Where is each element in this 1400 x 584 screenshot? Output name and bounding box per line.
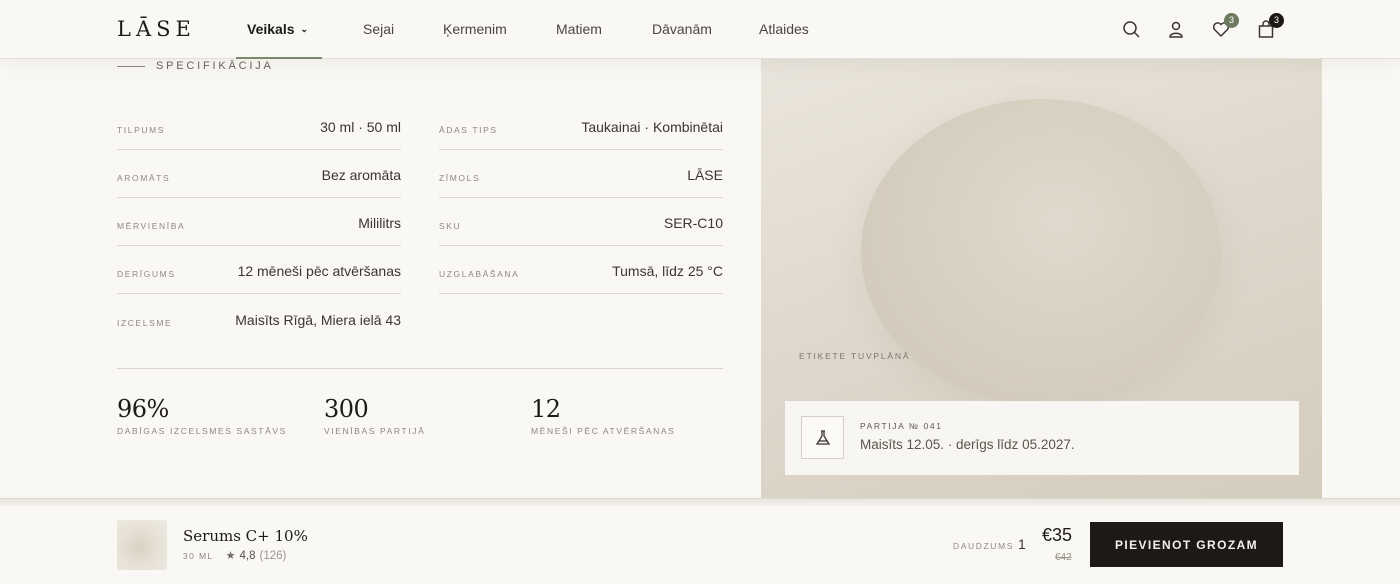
sticky-cart-bar: Serums C+ 10% 30 ML ★ 4,8 (126) DAUDZUMS… bbox=[0, 506, 1400, 584]
spec-row: TILPUMS 30 ml · 50 ml bbox=[117, 102, 401, 150]
spec-key: UZGLABĀŠANA bbox=[439, 269, 520, 279]
spec-value: Bez aromāta bbox=[321, 167, 401, 183]
nav-item-veikals[interactable]: Veikals ⌄ bbox=[247, 21, 308, 37]
search-icon[interactable] bbox=[1121, 19, 1141, 39]
stat-batch-units: 300 VIENĪBAS PARTIJĀ bbox=[324, 395, 425, 436]
nav-item-kermenim[interactable]: Ķermenim bbox=[443, 21, 507, 37]
spec-row: DERĪGUMS 12 mēneši pēc atvēršanas bbox=[117, 246, 401, 294]
spec-value: SER-C10 bbox=[663, 215, 723, 231]
nav-item-davanam[interactable]: Dāvanām bbox=[652, 21, 712, 37]
section-title: SPECIFIKĀCIJA bbox=[156, 60, 274, 72]
spec-row: SKU SER-C10 bbox=[439, 198, 723, 246]
stat-value: 96% bbox=[117, 395, 169, 423]
spec-key: TILPUMS bbox=[117, 125, 166, 135]
spec-key: SKU bbox=[439, 221, 462, 231]
spec-row: IZCELSME Maisīts Rīgā, Miera ielā 43 bbox=[117, 295, 401, 343]
spec-key: IZCELSME bbox=[117, 318, 173, 328]
spec-value: LĀSE bbox=[687, 167, 723, 183]
spec-value: Mililitrs bbox=[358, 215, 401, 231]
batch-title: PARTIJA № 041 bbox=[860, 421, 943, 431]
stat-value: 12 bbox=[531, 395, 561, 423]
stat-label: VIENĪBAS PARTIJĀ bbox=[324, 426, 426, 436]
spec-row: AROMĀTS Bez aromāta bbox=[117, 150, 401, 198]
label-closeup-image: ETIĶETE TUVPLĀNĀ PARTIJA № 041 Maisīts 1… bbox=[761, 59, 1322, 499]
spec-key: ĀDAS TIPS bbox=[439, 125, 498, 135]
spec-value: Tumsā, līdz 25 °C bbox=[612, 263, 723, 279]
product-rating: 4,8 bbox=[239, 549, 256, 562]
chevron-down-icon: ⌄ bbox=[300, 24, 309, 34]
site-header: LĀSE Veikals ⌄ Sejai Ķermenim Matiem Dāva… bbox=[0, 0, 1400, 59]
nav-item-sejai[interactable]: Sejai bbox=[363, 21, 394, 37]
product-size: 30 ML bbox=[183, 550, 214, 561]
image-caption: ETIĶETE TUVPLĀNĀ bbox=[799, 351, 911, 361]
spec-row: ĀDAS TIPS Taukainai · Kombinētai bbox=[439, 102, 723, 150]
user-icon[interactable] bbox=[1166, 19, 1186, 39]
stat-natural-origin: 96% DABĪGAS IZCELSMES SASTĀVS bbox=[117, 395, 287, 436]
cart-count-badge: 3 bbox=[1269, 13, 1284, 28]
batch-text: Maisīts 12.05. · derīgs līdz 05.2027. bbox=[860, 437, 1075, 452]
product-name: Serums C+ 10% bbox=[183, 527, 308, 545]
add-to-cart-button[interactable]: PIEVIENOT GROZAM bbox=[1090, 522, 1283, 567]
heading-rule bbox=[117, 65, 145, 67]
sticky-bar-edge bbox=[0, 498, 1400, 506]
product-sphere-image bbox=[861, 99, 1221, 404]
heart-icon[interactable]: 3 bbox=[1211, 13, 1239, 39]
current-price: €35 bbox=[1042, 525, 1073, 545]
stat-label: MĒNEŠI PĒC ATVĒRŠANAS bbox=[531, 426, 676, 436]
product-thumbnail bbox=[117, 520, 167, 570]
spec-row: ZĪMOLS LĀSE bbox=[439, 150, 723, 198]
flask-icon bbox=[801, 416, 844, 459]
spec-key: DERĪGUMS bbox=[117, 269, 176, 279]
stats-divider bbox=[117, 368, 723, 369]
spec-value: 30 ml · 50 ml bbox=[320, 119, 401, 135]
batch-info-card: PARTIJA № 041 Maisīts 12.05. · derīgs lī… bbox=[785, 401, 1299, 475]
spec-row: UZGLABĀŠANA Tumsā, līdz 25 °C bbox=[439, 246, 723, 294]
spec-key: MĒRVIENĪBA bbox=[117, 221, 186, 231]
product-meta: 30 ML ★ 4,8 (126) bbox=[183, 549, 287, 563]
star-icon: ★ bbox=[225, 550, 236, 562]
spec-value: 12 mēneši pēc atvēršanas bbox=[237, 263, 401, 279]
spec-key: ZĪMOLS bbox=[439, 173, 481, 183]
review-count[interactable]: (126) bbox=[260, 550, 287, 562]
quantity-value[interactable]: 1 bbox=[1018, 536, 1026, 552]
stat-value: 300 bbox=[324, 395, 369, 423]
nav-item-matiem[interactable]: Matiem bbox=[556, 21, 602, 37]
spec-value: Taukainai · Kombinētai bbox=[581, 119, 723, 135]
spec-value: Maisīts Rīgā, Miera ielā 43 bbox=[235, 312, 401, 328]
section-heading: SPECIFIKĀCIJA bbox=[117, 60, 274, 72]
quantity-label: DAUDZUMS bbox=[953, 541, 1014, 551]
bag-icon[interactable]: 3 bbox=[1256, 13, 1284, 39]
stat-label: DABĪGAS IZCELSMES SASTĀVS bbox=[117, 426, 287, 436]
stat-months-after-opening: 12 MĒNEŠI PĒC ATVĒRŠANAS bbox=[531, 395, 675, 436]
nav-active-underline bbox=[236, 57, 322, 59]
old-price: €42 bbox=[1055, 552, 1072, 563]
spec-key: AROMĀTS bbox=[117, 173, 171, 183]
nav-item-atlaides[interactable]: Atlaides bbox=[759, 21, 809, 37]
spec-row: MĒRVIENĪBA Mililitrs bbox=[117, 198, 401, 246]
wishlist-count-badge: 3 bbox=[1224, 13, 1239, 28]
brand-logo[interactable]: LĀSE bbox=[117, 17, 196, 41]
